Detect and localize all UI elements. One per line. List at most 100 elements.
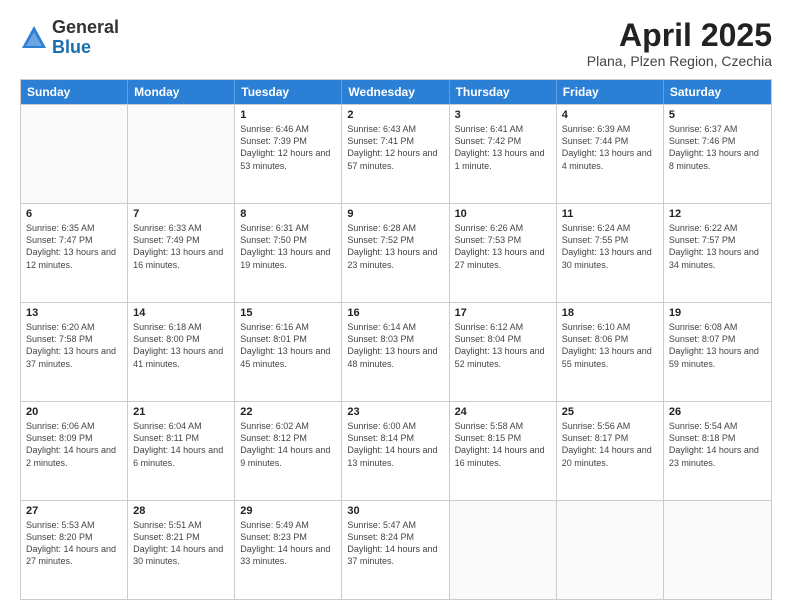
logo: General Blue [20, 18, 119, 58]
cell-text: Sunrise: 6:08 AM Sunset: 8:07 PM Dayligh… [669, 321, 766, 370]
day-number: 24 [455, 406, 551, 418]
cal-header-cell: Friday [557, 80, 664, 104]
cal-cell: 7 Sunrise: 6:33 AM Sunset: 7:49 PM Daylig… [128, 204, 235, 302]
month-title: April 2025 [587, 18, 772, 53]
logo-blue: Blue [52, 37, 91, 57]
day-number: 12 [669, 208, 766, 220]
day-number: 8 [240, 208, 336, 220]
cal-cell: 19 Sunrise: 6:08 AM Sunset: 8:07 PM Dayli… [664, 303, 771, 401]
cell-text: Sunrise: 6:16 AM Sunset: 8:01 PM Dayligh… [240, 321, 336, 370]
cell-text: Sunrise: 6:18 AM Sunset: 8:00 PM Dayligh… [133, 321, 229, 370]
day-number: 18 [562, 307, 658, 319]
day-number: 23 [347, 406, 443, 418]
cal-cell: 5 Sunrise: 6:37 AM Sunset: 7:46 PM Daylig… [664, 105, 771, 203]
logo-icon [20, 24, 48, 52]
cal-cell: 17 Sunrise: 6:12 AM Sunset: 8:04 PM Dayli… [450, 303, 557, 401]
cal-cell: 21 Sunrise: 6:04 AM Sunset: 8:11 PM Dayli… [128, 402, 235, 500]
cal-cell: 18Sunrise: 6:10 AM Sunset: 8:06 PM Dayli… [557, 303, 664, 401]
day-number: 4 [562, 109, 658, 121]
cal-row: 20Sunrise: 6:06 AM Sunset: 8:09 PM Dayli… [21, 401, 771, 500]
day-number: 11 [562, 208, 658, 220]
cell-text: Sunrise: 6:43 AM Sunset: 7:41 PM Dayligh… [347, 123, 443, 172]
cell-text: Sunrise: 6:12 AM Sunset: 8:04 PM Dayligh… [455, 321, 551, 370]
cal-row: 13 Sunrise: 6:20 AM Sunset: 7:58 PM Dayli… [21, 302, 771, 401]
day-number: 5 [669, 109, 766, 121]
cal-row: 27 Sunrise: 5:53 AM Sunset: 8:20 PM Dayli… [21, 500, 771, 599]
cell-text: Sunrise: 5:56 AM Sunset: 8:17 PM Dayligh… [562, 420, 658, 469]
cal-header-cell: Saturday [664, 80, 771, 104]
cal-header-cell: Tuesday [235, 80, 342, 104]
cell-text: Sunrise: 5:49 AM Sunset: 8:23 PM Dayligh… [240, 519, 336, 568]
cal-cell: 1 Sunrise: 6:46 AM Sunset: 7:39 PM Daylig… [235, 105, 342, 203]
cal-cell: 12 Sunrise: 6:22 AM Sunset: 7:57 PM Dayli… [664, 204, 771, 302]
cell-text: Sunrise: 5:54 AM Sunset: 8:18 PM Dayligh… [669, 420, 766, 469]
day-number: 19 [669, 307, 766, 319]
cal-cell: 4 Sunrise: 6:39 AM Sunset: 7:44 PM Daylig… [557, 105, 664, 203]
cell-text: Sunrise: 6:39 AM Sunset: 7:44 PM Dayligh… [562, 123, 658, 172]
cal-cell [450, 501, 557, 599]
cal-row: 6 Sunrise: 6:35 AM Sunset: 7:47 PM Daylig… [21, 203, 771, 302]
day-number: 30 [347, 505, 443, 517]
day-number: 25 [562, 406, 658, 418]
cal-cell [21, 105, 128, 203]
day-number: 13 [26, 307, 122, 319]
day-number: 17 [455, 307, 551, 319]
cal-row: 1 Sunrise: 6:46 AM Sunset: 7:39 PM Daylig… [21, 104, 771, 203]
cal-cell [557, 501, 664, 599]
cell-text: Sunrise: 6:14 AM Sunset: 8:03 PM Dayligh… [347, 321, 443, 370]
cal-cell: 13 Sunrise: 6:20 AM Sunset: 7:58 PM Dayli… [21, 303, 128, 401]
cal-header-cell: Wednesday [342, 80, 449, 104]
location: Plana, Plzen Region, Czechia [587, 53, 772, 69]
page: General Blue April 2025 Plana, Plzen Reg… [0, 0, 792, 612]
cal-cell: 20Sunrise: 6:06 AM Sunset: 8:09 PM Dayli… [21, 402, 128, 500]
day-number: 9 [347, 208, 443, 220]
cell-text: Sunrise: 6:31 AM Sunset: 7:50 PM Dayligh… [240, 222, 336, 271]
logo-text: General Blue [52, 18, 119, 58]
header: General Blue April 2025 Plana, Plzen Reg… [20, 18, 772, 69]
calendar-body: 1 Sunrise: 6:46 AM Sunset: 7:39 PM Daylig… [21, 104, 771, 599]
day-number: 1 [240, 109, 336, 121]
cal-cell: 25 Sunrise: 5:56 AM Sunset: 8:17 PM Dayli… [557, 402, 664, 500]
cell-text: Sunrise: 6:20 AM Sunset: 7:58 PM Dayligh… [26, 321, 122, 370]
cal-cell [128, 105, 235, 203]
cal-cell: 2 Sunrise: 6:43 AM Sunset: 7:41 PM Daylig… [342, 105, 449, 203]
cal-cell: 30 Sunrise: 5:47 AM Sunset: 8:24 PM Dayli… [342, 501, 449, 599]
day-number: 20 [26, 406, 122, 418]
cal-cell: 24 Sunrise: 5:58 AM Sunset: 8:15 PM Dayli… [450, 402, 557, 500]
cell-text: Sunrise: 5:47 AM Sunset: 8:24 PM Dayligh… [347, 519, 443, 568]
day-number: 21 [133, 406, 229, 418]
cal-cell: 23 Sunrise: 6:00 AM Sunset: 8:14 PM Dayli… [342, 402, 449, 500]
day-number: 29 [240, 505, 336, 517]
day-number: 3 [455, 109, 551, 121]
cell-text: Sunrise: 6:02 AM Sunset: 8:12 PM Dayligh… [240, 420, 336, 469]
cell-text: Sunrise: 6:04 AM Sunset: 8:11 PM Dayligh… [133, 420, 229, 469]
cell-text: Sunrise: 5:53 AM Sunset: 8:20 PM Dayligh… [26, 519, 122, 568]
day-number: 6 [26, 208, 122, 220]
cell-text: Sunrise: 5:51 AM Sunset: 8:21 PM Dayligh… [133, 519, 229, 568]
cell-text: Sunrise: 6:33 AM Sunset: 7:49 PM Dayligh… [133, 222, 229, 271]
cal-cell: 27 Sunrise: 5:53 AM Sunset: 8:20 PM Dayli… [21, 501, 128, 599]
title-block: April 2025 Plana, Plzen Region, Czechia [587, 18, 772, 69]
cell-text: Sunrise: 6:00 AM Sunset: 8:14 PM Dayligh… [347, 420, 443, 469]
calendar: SundayMondayTuesdayWednesdayThursdayFrid… [20, 79, 772, 600]
cell-text: Sunrise: 6:37 AM Sunset: 7:46 PM Dayligh… [669, 123, 766, 172]
day-number: 14 [133, 307, 229, 319]
cal-cell [664, 501, 771, 599]
day-number: 16 [347, 307, 443, 319]
cal-cell: 26Sunrise: 5:54 AM Sunset: 8:18 PM Dayli… [664, 402, 771, 500]
day-number: 2 [347, 109, 443, 121]
cell-text: Sunrise: 6:46 AM Sunset: 7:39 PM Dayligh… [240, 123, 336, 172]
cell-text: Sunrise: 5:58 AM Sunset: 8:15 PM Dayligh… [455, 420, 551, 469]
cell-text: Sunrise: 6:26 AM Sunset: 7:53 PM Dayligh… [455, 222, 551, 271]
day-number: 15 [240, 307, 336, 319]
cal-cell: 10Sunrise: 6:26 AM Sunset: 7:53 PM Dayli… [450, 204, 557, 302]
cell-text: Sunrise: 6:22 AM Sunset: 7:57 PM Dayligh… [669, 222, 766, 271]
cal-cell: 3Sunrise: 6:41 AM Sunset: 7:42 PM Daylig… [450, 105, 557, 203]
cell-text: Sunrise: 6:28 AM Sunset: 7:52 PM Dayligh… [347, 222, 443, 271]
cell-text: Sunrise: 6:35 AM Sunset: 7:47 PM Dayligh… [26, 222, 122, 271]
day-number: 7 [133, 208, 229, 220]
cal-cell: 15 Sunrise: 6:16 AM Sunset: 8:01 PM Dayli… [235, 303, 342, 401]
cal-header-cell: Thursday [450, 80, 557, 104]
logo-general: General [52, 17, 119, 37]
day-number: 27 [26, 505, 122, 517]
